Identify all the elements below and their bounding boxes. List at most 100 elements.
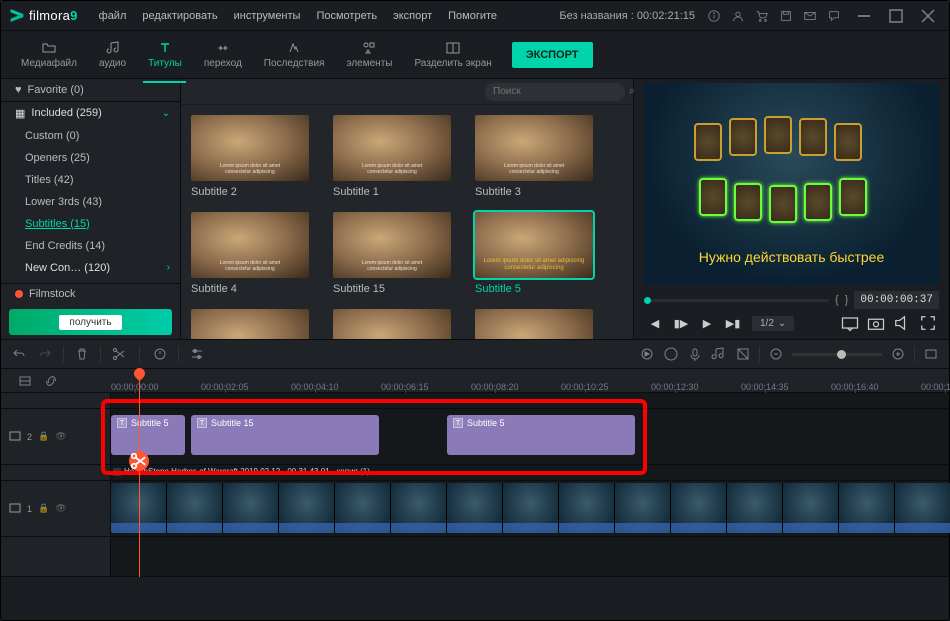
ruler-tick: 00:00:14:35 [741,382,789,392]
video-track-body[interactable] [111,481,949,536]
ruler-tick: 00:00:06:15 [381,382,429,392]
stop-button[interactable]: ◀ [644,313,666,333]
mixer-button[interactable] [711,346,727,362]
step-fwd-button[interactable]: ▶▮ [722,313,744,333]
sidebar-item-custom[interactable]: Custom (0) [1,125,180,147]
playback-speed[interactable]: 1/2⌄ [752,316,794,331]
preview-viewport[interactable]: Нужно действовать быстрее [644,83,939,285]
minimize-button[interactable] [851,7,877,25]
track-head-video[interactable]: 1 🔒 👁 [1,481,111,536]
voiceover-button[interactable] [663,346,679,362]
search-input[interactable] [493,86,625,97]
redo-button[interactable] [37,346,53,362]
fullscreen-button[interactable] [917,313,939,333]
gallery-card[interactable]: Lorem ipsum dolor sit amet adipiscingcon… [475,212,593,295]
split-button[interactable] [111,346,127,362]
menu-tools[interactable]: инструменты [227,6,308,26]
step-back-button[interactable]: ▮▶ [670,313,692,333]
crop-button[interactable] [735,346,751,362]
sidebar-item-titles[interactable]: Titles (42) [1,169,180,191]
gallery-card[interactable] [191,309,309,339]
maximize-button[interactable] [883,7,909,25]
scissor-badge[interactable] [129,451,149,471]
menu-view[interactable]: Посмотреть [309,6,384,26]
link-button[interactable] [43,373,59,389]
tab-elements[interactable]: элементы [336,36,402,73]
zoom-out-button[interactable] [768,346,784,362]
subtitle-clip[interactable]: TSubtitle 15 [191,415,379,455]
gallery-card[interactable] [475,309,593,339]
export-button[interactable]: ЭКСПОРТ [512,42,593,68]
zoom-in-button[interactable] [890,346,906,362]
sidebar-item-newcon[interactable]: New Con… (120)› [1,257,180,279]
time-display: 00:00:00:37 [854,291,939,309]
gallery-card[interactable]: Lorem ipsum dolor sit ametconsectetur ad… [475,115,593,198]
undo-button[interactable] [11,346,27,362]
lock-icon[interactable]: 🔒 [38,503,49,514]
sidebar-included-group[interactable]: ▦Included (259)⌄ [1,102,180,125]
playhead[interactable] [139,369,140,577]
tab-split-screen[interactable]: Разделить экран [404,36,501,73]
gallery-card[interactable]: Lorem ipsum dolor sit ametconsectetur ad… [333,115,451,198]
tab-transition[interactable]: переход [194,36,252,73]
adjust-button[interactable] [189,346,205,362]
cart-icon[interactable] [755,9,769,23]
quality-button[interactable] [839,313,861,333]
play-button[interactable]: ▶ [696,313,718,333]
mic-button[interactable] [687,346,703,362]
snapshot-button[interactable] [865,313,887,333]
card-label: Subtitle 15 [333,283,451,295]
search-box[interactable]: ⌕ [485,83,625,101]
search-icon: ⌕ [629,85,635,98]
zoom-slider[interactable] [792,353,882,356]
gallery-card[interactable]: Lorem ipsum dolor sit ametconsectetur ad… [191,212,309,295]
gallery-card[interactable] [333,309,451,339]
zoom-handle[interactable] [837,350,846,359]
tab-titles[interactable]: Титулы [138,36,192,73]
seek-handle[interactable] [644,297,651,304]
mail-icon[interactable] [803,9,817,23]
save-icon[interactable] [779,9,793,23]
sidebar-item-openers[interactable]: Openers (25) [1,147,180,169]
sidebar-filmstock[interactable]: Filmstock [1,283,180,305]
tab-effects[interactable]: Последствия [254,36,335,73]
gallery-card[interactable]: Lorem ipsum dolor sit ametconsectetur ad… [333,212,451,295]
promo-banner[interactable]: получить [9,309,172,335]
ruler-tick: 00:00:02:05 [201,382,249,392]
gallery-card[interactable]: Lorem ipsum dolor sit ametconsectetur ad… [191,115,309,198]
delete-button[interactable] [74,346,90,362]
eye-icon[interactable]: 👁 [55,503,66,514]
snap-button[interactable] [17,373,33,389]
marker-button[interactable] [152,346,168,362]
video-clip[interactable] [111,483,950,533]
zoom-fit-button[interactable] [923,346,939,362]
subtitle-clip[interactable]: TSubtitle 5 [111,415,185,455]
feedback-icon[interactable] [827,9,841,23]
eye-icon[interactable]: 👁 [55,431,66,442]
subtitle-clip[interactable]: TSubtitle 5 [447,415,635,455]
mark-out-bracket[interactable]: } [845,294,849,306]
ruler-tick: 00:00:12:30 [651,382,699,392]
close-button[interactable] [915,7,941,25]
seek-bar[interactable] [644,299,829,302]
menu-file[interactable]: файл [92,6,134,26]
sidebar-item-lower3rds[interactable]: Lower 3rds (43) [1,191,180,213]
sidebar-item-endcredits[interactable]: End Credits (14) [1,235,180,257]
tab-audio[interactable]: аудио [89,36,136,73]
mark-in-bracket[interactable]: { [835,294,839,306]
menu-export[interactable]: экспорт [386,6,439,26]
ruler-tick: 00:00:18:45 [921,382,950,392]
render-button[interactable] [639,346,655,362]
lock-icon[interactable]: 🔒 [38,431,49,442]
promo-button[interactable]: получить [59,315,121,330]
video-clip-name: HearthStone Herbes of Warcraft 2019 02 1… [124,467,370,476]
menu-help[interactable]: Помогите [441,6,504,26]
sidebar-item-subtitles[interactable]: Subtitles (15) [1,213,180,235]
menu-edit[interactable]: редактировать [135,6,224,26]
tab-media[interactable]: Медиафайл [11,36,87,73]
text-track-body[interactable]: TSubtitle 5 TSubtitle 15 TSubtitle 5 [111,409,949,464]
info-icon[interactable] [707,9,721,23]
account-icon[interactable] [731,9,745,23]
volume-button[interactable] [891,313,913,333]
track-head-text[interactable]: 2 🔒 👁 [1,409,111,464]
